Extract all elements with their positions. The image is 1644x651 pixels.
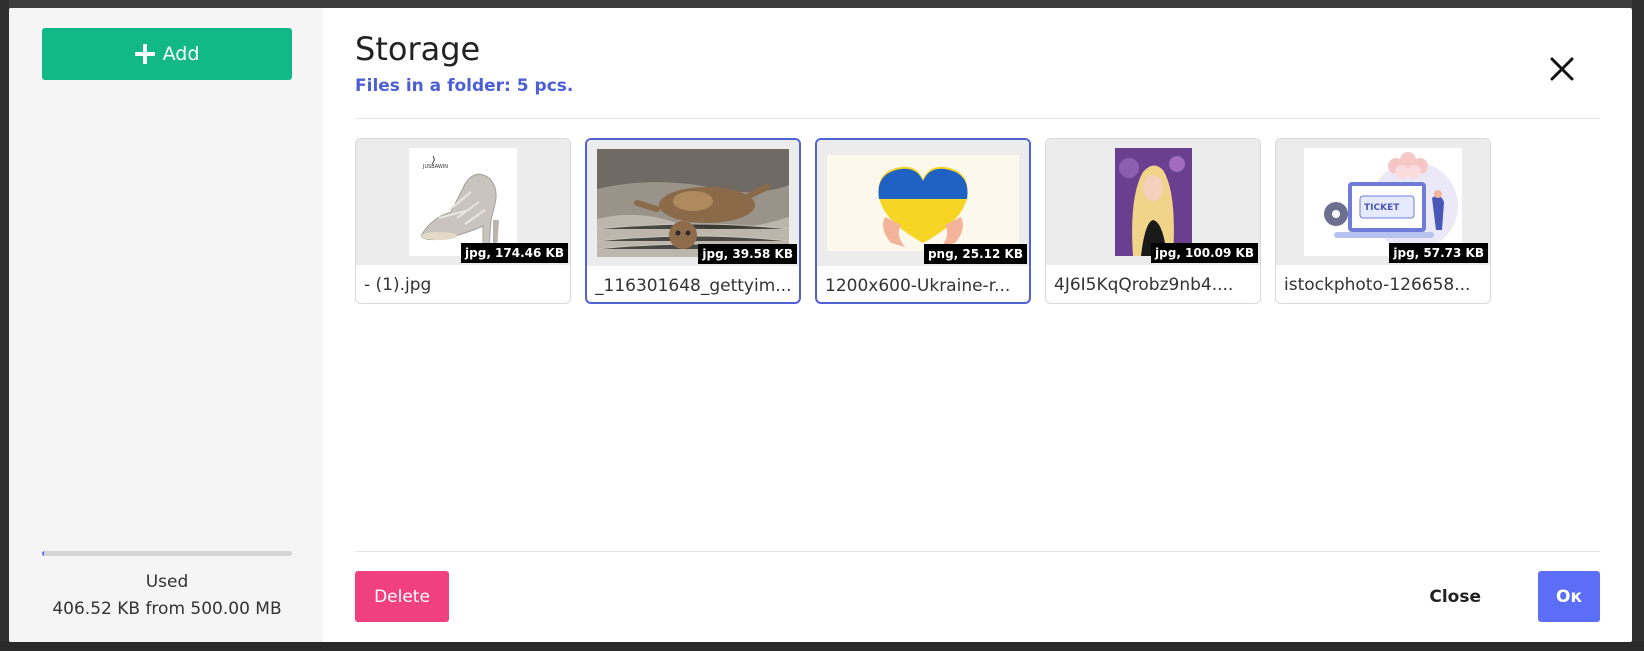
heart-image bbox=[827, 155, 1019, 251]
files-count: Files in a folder: 5 pcs. bbox=[355, 76, 574, 96]
plus-icon bbox=[134, 44, 155, 64]
close-icon[interactable] bbox=[1547, 54, 1577, 84]
storage-usage-bar bbox=[42, 551, 292, 556]
footer-divider bbox=[355, 551, 1600, 552]
add-button-label: Add bbox=[162, 43, 200, 65]
background-page-right bbox=[1632, 0, 1644, 651]
file-card[interactable]: png, 25.12 KB 1200x600-Ukraine-r... bbox=[815, 138, 1031, 304]
file-meta-badge: jpg, 39.58 KB bbox=[698, 244, 797, 264]
file-meta-badge: png, 25.12 KB bbox=[923, 244, 1027, 264]
file-grid: JUSBAWIN jpg, 174.46 KB - (1).jpg jpg, 3… bbox=[355, 138, 1491, 304]
modal-title: Storage bbox=[355, 30, 481, 68]
file-card[interactable]: TICKET jpg, 57.73 KB istockphoto-126658.… bbox=[1275, 138, 1491, 304]
cat-image bbox=[597, 149, 789, 257]
background-page-bottom bbox=[0, 641, 1644, 651]
storage-sidebar: Add Used 406.52 KB from 500.00 MB bbox=[9, 8, 323, 642]
svg-text:TICKET: TICKET bbox=[1364, 203, 1400, 213]
file-name: 4J6I5KqQrobz9nb4.... bbox=[1054, 275, 1234, 295]
file-name: 1200x600-Ukraine-r... bbox=[825, 276, 1011, 296]
usage-value: 406.52 KB from 500.00 MB bbox=[52, 599, 282, 619]
close-button[interactable]: Close bbox=[1423, 571, 1487, 622]
ok-button[interactable]: Ок bbox=[1538, 571, 1600, 622]
svg-text:JUSBAWIN: JUSBAWIN bbox=[422, 164, 448, 170]
storage-usage-fill bbox=[42, 551, 44, 556]
usage-label: Used bbox=[145, 572, 189, 592]
file-card[interactable]: jpg, 100.09 KB 4J6I5KqQrobz9nb4.... bbox=[1045, 138, 1261, 304]
shoe-image: JUSBAWIN bbox=[409, 148, 517, 256]
file-meta-badge: jpg, 174.46 KB bbox=[461, 243, 568, 263]
file-name: _116301648_gettyim... bbox=[595, 276, 792, 296]
file-card[interactable]: jpg, 39.58 KB _116301648_gettyim... bbox=[585, 138, 801, 304]
file-card[interactable]: JUSBAWIN jpg, 174.46 KB - (1).jpg bbox=[355, 138, 571, 304]
file-meta-badge: jpg, 57.73 KB bbox=[1389, 243, 1488, 263]
storage-main: Storage Files in a folder: 5 pcs. JUSBAW… bbox=[323, 8, 1632, 642]
file-name: istockphoto-126658... bbox=[1284, 275, 1471, 295]
delete-button[interactable]: Delete bbox=[355, 571, 449, 622]
storage-modal: Add Used 406.52 KB from 500.00 MB Storag… bbox=[9, 8, 1632, 642]
file-meta-badge: jpg, 100.09 KB bbox=[1151, 243, 1258, 263]
background-page-left bbox=[0, 0, 9, 651]
ticket-image: TICKET bbox=[1304, 148, 1462, 256]
portrait-image bbox=[1114, 148, 1192, 256]
header-divider bbox=[355, 118, 1600, 119]
add-button[interactable]: Add bbox=[42, 28, 292, 80]
file-name: - (1).jpg bbox=[364, 275, 432, 295]
